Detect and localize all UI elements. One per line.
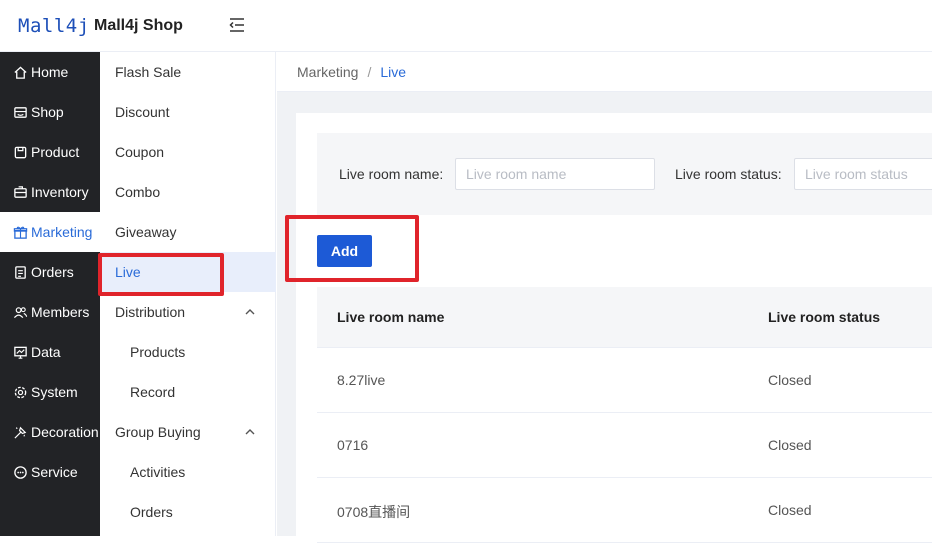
column-header-live-room-status[interactable]: Live room status — [768, 309, 880, 325]
data-icon — [12, 344, 28, 360]
live-room-status-select[interactable] — [794, 158, 932, 190]
submenu-item-giveaway[interactable]: Giveaway — [100, 212, 276, 252]
sidebar-item-product[interactable]: Product — [0, 132, 100, 172]
submenu-item-coupon[interactable]: Coupon — [100, 132, 276, 172]
table-row[interactable]: 8.27live Closed — [317, 348, 932, 413]
live-room-name-label: Live room name: — [339, 166, 444, 182]
add-button[interactable]: Add — [317, 235, 372, 267]
gift-icon — [12, 224, 28, 240]
marketing-submenu: Flash Sale Discount Coupon Combo Giveawa… — [100, 52, 276, 536]
sidebar-item-label: Marketing — [31, 224, 93, 240]
members-icon — [12, 304, 28, 320]
cell-live-room-name: 0708直播间 — [337, 504, 411, 520]
cell-live-room-status: Closed — [768, 437, 812, 453]
table-header: Live room name Live room status — [317, 287, 932, 348]
breadcrumb-live: Live — [380, 63, 407, 80]
submenu-item-label: Activities — [130, 464, 186, 480]
submenu-item-record[interactable]: Record — [100, 372, 276, 412]
sidebar-item-label: Service — [31, 464, 78, 480]
table-row[interactable]: 0716 Closed — [317, 413, 932, 478]
submenu-item-flash-sale[interactable]: Flash Sale — [100, 52, 276, 92]
sidebar-item-marketing[interactable]: Marketing — [0, 212, 100, 252]
submenu-item-orders[interactable]: Orders — [100, 492, 276, 532]
submenu-item-label: Group Buying — [115, 424, 201, 440]
sidebar-item-label: Data — [31, 344, 61, 360]
sidebar-item-members[interactable]: Members — [0, 292, 100, 332]
breadcrumb-marketing[interactable]: Marketing — [297, 64, 358, 80]
sidebar-item-label: Shop — [31, 104, 64, 120]
submenu-item-live[interactable]: Live — [100, 252, 276, 292]
product-icon — [12, 144, 28, 160]
mall4j-logo[interactable]: Mall4j — [18, 13, 90, 39]
submenu-item-label: Record — [130, 384, 176, 400]
submenu-item-label: Discount — [115, 104, 170, 120]
logo-text: Mall4j — [18, 15, 90, 37]
main-content: Marketing / Live Live room name: Live ro… — [277, 52, 932, 543]
chevron-up-icon — [245, 309, 255, 315]
shop-icon — [12, 104, 28, 120]
sidebar-item-label: System — [31, 384, 78, 400]
shop-name: Mall4j Shop — [94, 17, 183, 34]
cell-live-room-name: 8.27live — [337, 372, 386, 388]
search-form: Live room name: Live room status: — [317, 133, 932, 215]
submenu-item-label: Products — [130, 344, 186, 360]
submenu-item-products[interactable]: Products — [100, 332, 276, 372]
sidebar-item-system[interactable]: System — [0, 372, 100, 412]
submenu-group-group-buying[interactable]: Group Buying — [100, 412, 276, 452]
sidebar-item-service[interactable]: Service — [0, 452, 100, 492]
live-room-name-input[interactable] — [455, 158, 655, 190]
sidebar-item-label: Decoration — [31, 424, 99, 440]
orders-icon — [12, 264, 28, 280]
submenu-item-combo[interactable]: Combo — [100, 172, 276, 212]
sidebar-item-shop[interactable]: Shop — [0, 92, 100, 132]
submenu-item-label: Orders — [130, 504, 173, 520]
breadcrumb-separator: / — [367, 63, 372, 80]
live-room-panel: Live room name: Live room status: Add Li… — [296, 113, 932, 543]
chevron-up-icon — [245, 429, 255, 435]
submenu-item-label: Giveaway — [115, 224, 177, 240]
sidebar-item-label: Orders — [31, 264, 74, 280]
main-sidebar: Home Shop Product Inventory Marketing Or… — [0, 52, 100, 536]
sidebar-item-label: Home — [31, 64, 69, 80]
table-row[interactable]: 0708直播间 Closed — [317, 478, 932, 543]
live-room-status-label: Live room status: — [675, 166, 782, 182]
sidebar-item-inventory[interactable]: Inventory — [0, 172, 100, 212]
cell-live-room-name: 0716 — [337, 437, 369, 453]
submenu-item-label: Flash Sale — [115, 64, 182, 80]
breadcrumb: Marketing / Live — [277, 52, 932, 92]
sidebar-item-label: Inventory — [31, 184, 89, 200]
submenu-group-distribution[interactable]: Distribution — [100, 292, 276, 332]
live-room-table: Live room name Live room status 8.27live… — [317, 287, 932, 543]
sidebar-item-label: Members — [31, 304, 90, 320]
sidebar-item-home[interactable]: Home — [0, 52, 100, 92]
cell-live-room-status: Closed — [768, 372, 812, 388]
submenu-item-label: Live — [115, 264, 141, 280]
sidebar-item-data[interactable]: Data — [0, 332, 100, 372]
sidebar-item-label: Product — [31, 144, 80, 160]
gear-icon — [12, 384, 28, 400]
column-header-live-room-name[interactable]: Live room name — [337, 309, 444, 325]
submenu-item-label: Distribution — [115, 304, 186, 320]
inventory-icon — [12, 184, 28, 200]
submenu-item-discount[interactable]: Discount — [100, 92, 276, 132]
menu-collapse-icon[interactable] — [228, 16, 246, 34]
decoration-icon — [12, 424, 28, 440]
submenu-item-activities[interactable]: Activities — [100, 452, 276, 492]
top-header: Mall4j Mall4j Shop — [0, 0, 932, 52]
sidebar-item-decoration[interactable]: Decoration — [0, 412, 100, 452]
home-icon — [12, 64, 28, 80]
submenu-item-label: Coupon — [115, 144, 165, 160]
chat-icon — [12, 464, 28, 480]
sidebar-item-orders[interactable]: Orders — [0, 252, 100, 292]
submenu-item-label: Combo — [115, 184, 161, 200]
cell-live-room-status: Closed — [768, 502, 812, 518]
